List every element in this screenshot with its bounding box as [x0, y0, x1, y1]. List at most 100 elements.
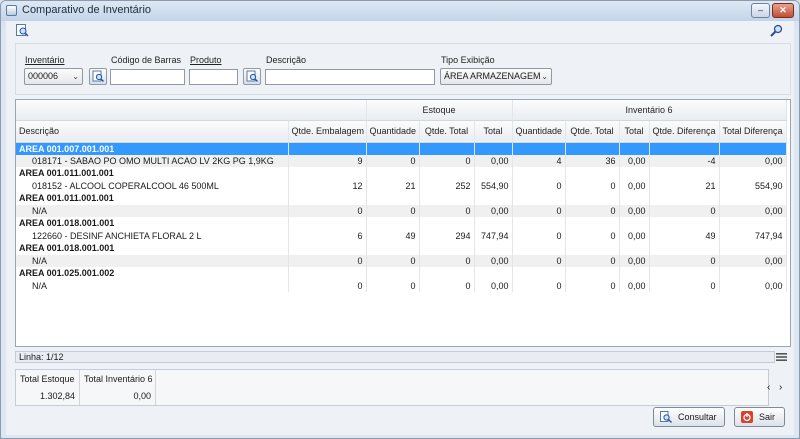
group-header-blank [16, 100, 367, 121]
cell-value: 0,00 [619, 204, 650, 217]
next-arrow-icon[interactable]: › [779, 382, 782, 393]
produto-label: Produto [190, 55, 222, 65]
cell-value: 0 [366, 279, 420, 292]
column-header[interactable]: Total [619, 120, 650, 143]
table-row[interactable]: 018152 - ALCOOL COPERALCOOL 46 500ML 12 21… [16, 179, 787, 192]
cell-value: 0 [512, 254, 566, 267]
codigo-barras-input[interactable] [110, 69, 185, 85]
empty-cell [474, 142, 513, 155]
window-title: Comparativo de Inventário [22, 4, 152, 16]
empty-cell [565, 167, 620, 180]
empty-cell [565, 267, 620, 280]
cell-value: 0,00 [619, 254, 650, 267]
cell-value: 0 [419, 204, 475, 217]
empty-cell [719, 142, 787, 155]
empty-cell [649, 192, 720, 205]
cell-value: 36 [565, 154, 620, 167]
column-header[interactable]: Qtde. Total [565, 120, 620, 143]
table-row[interactable]: N/A 0 0 0 0,00 0 0 0,00 0 0,00 [16, 254, 787, 267]
table-row[interactable]: N/A 0 0 0 0,00 0 0 0,00 0 0,00 [16, 279, 787, 292]
group-row[interactable]: AREA 001.011.001.001 [16, 192, 787, 205]
column-header[interactable]: Descrição [16, 120, 289, 143]
column-header[interactable]: Quantidade [366, 120, 420, 143]
empty-cell [719, 192, 787, 205]
empty-cell [512, 242, 566, 255]
magnifier-document-icon[interactable] [16, 24, 29, 37]
cell-value: 0 [649, 279, 720, 292]
group-label: AREA 001.018.001.001 [16, 217, 289, 230]
prev-arrow-icon[interactable]: ‹ [767, 382, 770, 393]
cell-value: 0 [649, 204, 720, 217]
empty-cell [649, 167, 720, 180]
table-row[interactable]: 122660 - DESINF ANCHIETA FLORAL 2 L 6 49 29… [16, 229, 787, 242]
table-row[interactable]: 018171 - SABAO PO OMO MULTI ACAO LV 2KG … [16, 154, 787, 167]
cell-value: 0,00 [474, 254, 513, 267]
total-inventario-label: Total Inventário 6 [84, 374, 153, 384]
sair-button[interactable]: Sair [734, 407, 785, 427]
cell-value: 0 [565, 254, 620, 267]
produto-input[interactable] [189, 69, 238, 85]
inventario-select[interactable]: 000006 ⌄ [24, 68, 83, 85]
empty-cell [565, 217, 620, 230]
cell-value: 0 [565, 279, 620, 292]
column-header[interactable]: Quantidade [512, 120, 566, 143]
produto-search-button[interactable] [243, 68, 261, 85]
group-label: AREA 001.025.001.002 [16, 267, 289, 280]
total-estoque-cell: Total Estoque 1.302,84 [16, 370, 80, 405]
close-button[interactable]: ✕ [772, 3, 794, 18]
empty-cell [419, 217, 475, 230]
group-header-inventario: Inventário 6 [512, 100, 787, 121]
group-row[interactable]: AREA 001.007.001.001 [16, 142, 787, 155]
column-header[interactable]: Total [474, 120, 513, 143]
descricao-input[interactable] [265, 69, 435, 85]
minimize-button[interactable]: – [751, 3, 770, 18]
item-description: N/A [16, 204, 289, 217]
empty-cell [474, 167, 513, 180]
group-header-estoque: Estoque [366, 100, 513, 121]
cell-value: 0,00 [619, 279, 650, 292]
magnifier-icon[interactable] [770, 24, 783, 37]
item-description: 018152 - ALCOOL COPERALCOOL 46 500ML [16, 179, 289, 192]
empty-cell [512, 267, 566, 280]
cell-value: 0,00 [719, 204, 787, 217]
column-header[interactable]: Qtde. Diferença [649, 120, 720, 143]
empty-cell [419, 192, 475, 205]
group-row[interactable]: AREA 001.011.001.001 [16, 167, 787, 180]
empty-cell [419, 167, 475, 180]
inventario-search-button[interactable] [89, 68, 107, 85]
cell-value: 0 [419, 279, 475, 292]
consultar-button[interactable]: Consultar [653, 407, 725, 427]
empty-cell [288, 192, 367, 205]
magnifier-document-icon [660, 411, 672, 423]
cell-value: 0 [366, 154, 420, 167]
tipo-exibicao-select[interactable]: ÁREA ARMAZENAGEM ⌄ [440, 68, 552, 85]
empty-cell [649, 142, 720, 155]
cell-value: 0,00 [474, 154, 513, 167]
cell-value: 0 [565, 229, 620, 242]
chevron-down-icon: ⌄ [72, 72, 79, 81]
empty-cell [366, 267, 420, 280]
cell-value: 747,94 [474, 229, 513, 242]
group-row[interactable]: AREA 001.018.001.001 [16, 217, 787, 230]
empty-cell [512, 142, 566, 155]
column-header[interactable]: Total Diferença [719, 120, 787, 143]
menu-icon[interactable] [776, 352, 787, 362]
row-counter: Linha: 1/12 [19, 352, 64, 362]
group-row[interactable]: AREA 001.018.001.001 [16, 242, 787, 255]
client-area: Inventário 000006 ⌄ Código de Barras Pro… [6, 21, 794, 435]
cell-value: -4 [649, 154, 720, 167]
cell-value: 0 [366, 254, 420, 267]
data-grid[interactable]: Estoque Inventário 6 Descrição Qtde. Emba… [15, 99, 791, 347]
codigo-barras-label: Código de Barras [111, 55, 182, 65]
cell-value: 0 [565, 179, 620, 192]
column-header[interactable]: Qtde. Embalagem [288, 120, 367, 143]
empty-cell [512, 192, 566, 205]
group-row[interactable]: AREA 001.025.001.002 [16, 267, 787, 280]
cell-value: 0 [288, 254, 367, 267]
empty-cell [288, 217, 367, 230]
cell-value: 554,90 [719, 179, 787, 192]
filter-panel: Inventário 000006 ⌄ Código de Barras Pro… [15, 43, 791, 95]
cell-value: 4 [512, 154, 566, 167]
column-header[interactable]: Qtde. Total [419, 120, 475, 143]
table-row[interactable]: N/A 0 0 0 0,00 0 0 0,00 0 0,00 [16, 204, 787, 217]
